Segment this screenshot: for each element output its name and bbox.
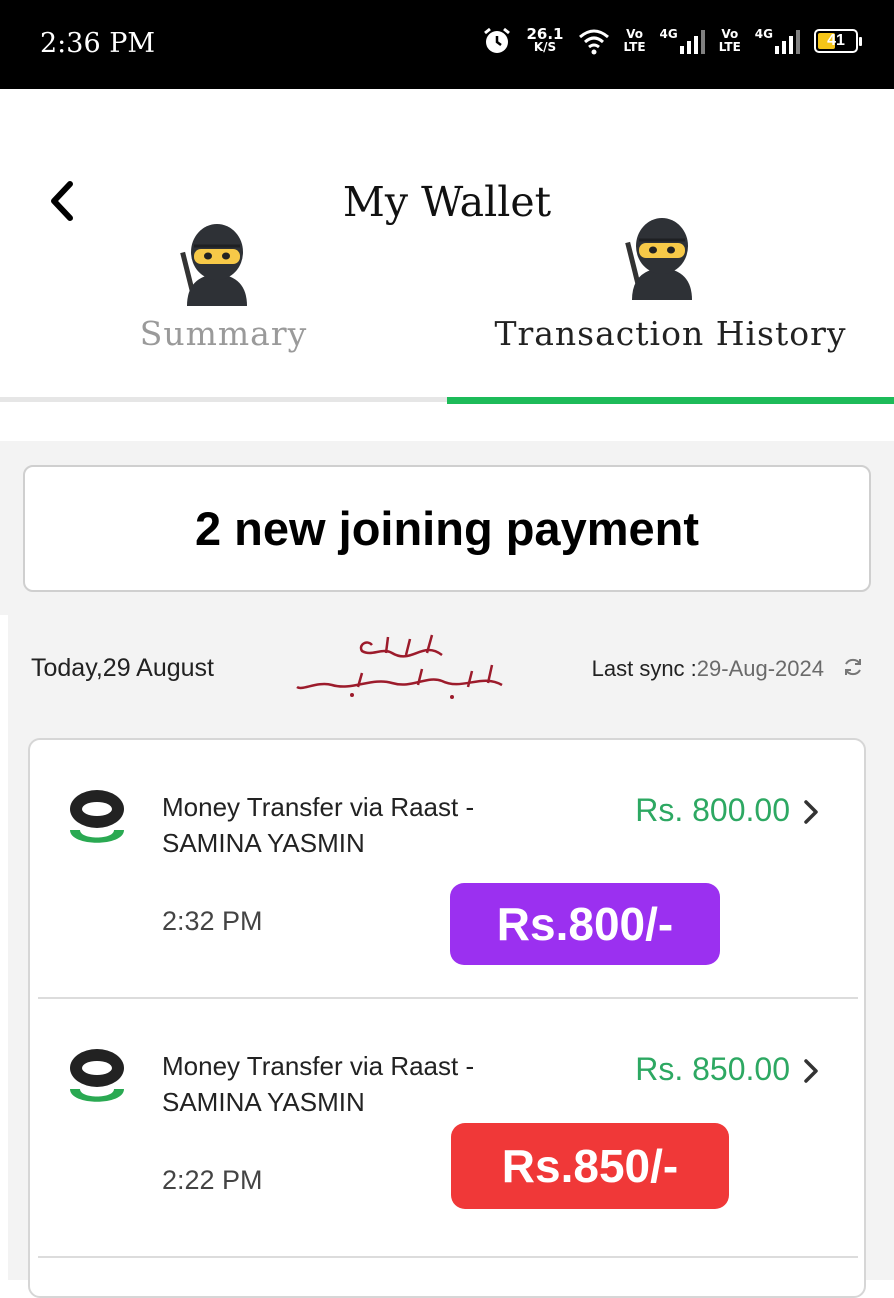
transaction-description: Money Transfer via Raast - xyxy=(162,1051,475,1081)
transaction-amount: Rs. 800.00 xyxy=(635,792,790,828)
battery-icon: 41 xyxy=(814,29,862,53)
transaction-amount: Rs. 850.00 xyxy=(635,1051,790,1087)
transactions-card: Money Transfer via Raast - SAMINA YASMIN… xyxy=(28,738,866,1298)
volte-sim2: Vo LTE xyxy=(718,27,741,54)
amount-badge: Rs.800/- xyxy=(450,883,720,965)
volte-sim1: Vo LTE xyxy=(623,27,646,54)
wifi-icon xyxy=(578,29,609,55)
chevron-right-icon[interactable] xyxy=(802,798,820,826)
easypaisa-logo-icon xyxy=(70,790,124,843)
last-sync: Last sync :29-Aug-2024 xyxy=(591,656,824,681)
status-time: 2:36 PM xyxy=(40,28,156,59)
easypaisa-logo-icon xyxy=(70,1049,124,1102)
transaction-recipient: SAMINA YASMIN xyxy=(162,1087,365,1117)
signal-sim1: 4G xyxy=(660,28,705,54)
alarm-icon xyxy=(484,27,511,53)
ninja-icon xyxy=(180,224,247,306)
ninja-icon xyxy=(625,218,692,300)
status-bar: 2:36 PM 26.1 K/S Vo LTE 4G Vo LTE 4G 41 xyxy=(0,0,894,89)
tab-indicator-track xyxy=(0,397,894,404)
signal-bars-icon xyxy=(679,28,705,54)
tab-transaction-history-label: Transaction History xyxy=(494,314,847,353)
amount-badge: Rs.850/- xyxy=(451,1123,729,1209)
list-edge xyxy=(0,615,8,1280)
signal-sim2: 4G xyxy=(755,28,800,54)
tab-summary-label: Summary xyxy=(139,314,308,353)
signal-bars-icon xyxy=(775,28,800,54)
chevron-right-icon[interactable] xyxy=(802,1057,820,1085)
tab-active-indicator xyxy=(447,397,894,404)
transaction-row[interactable]: Money Transfer via Raast - SAMINA YASMIN… xyxy=(30,999,864,1258)
joining-payment-banner: 2 new joining payment xyxy=(23,465,871,592)
tab-summary[interactable]: Summary xyxy=(0,200,447,400)
transaction-time: 2:32 PM xyxy=(162,906,263,936)
transaction-recipient: SAMINA YASMIN xyxy=(162,828,365,858)
transaction-time: 2:22 PM xyxy=(162,1165,263,1195)
transaction-description: Money Transfer via Raast - xyxy=(162,792,475,822)
row-divider xyxy=(38,1256,858,1258)
urdu-handwriting-stamp xyxy=(296,634,503,699)
list-date: Today,29 August xyxy=(31,654,215,682)
refresh-icon[interactable] xyxy=(842,656,864,678)
tab-transaction-history[interactable]: Transaction History xyxy=(447,200,894,400)
transaction-row[interactable]: Money Transfer via Raast - SAMINA YASMIN… xyxy=(30,740,864,999)
network-speed: 26.1 K/S xyxy=(526,25,564,54)
